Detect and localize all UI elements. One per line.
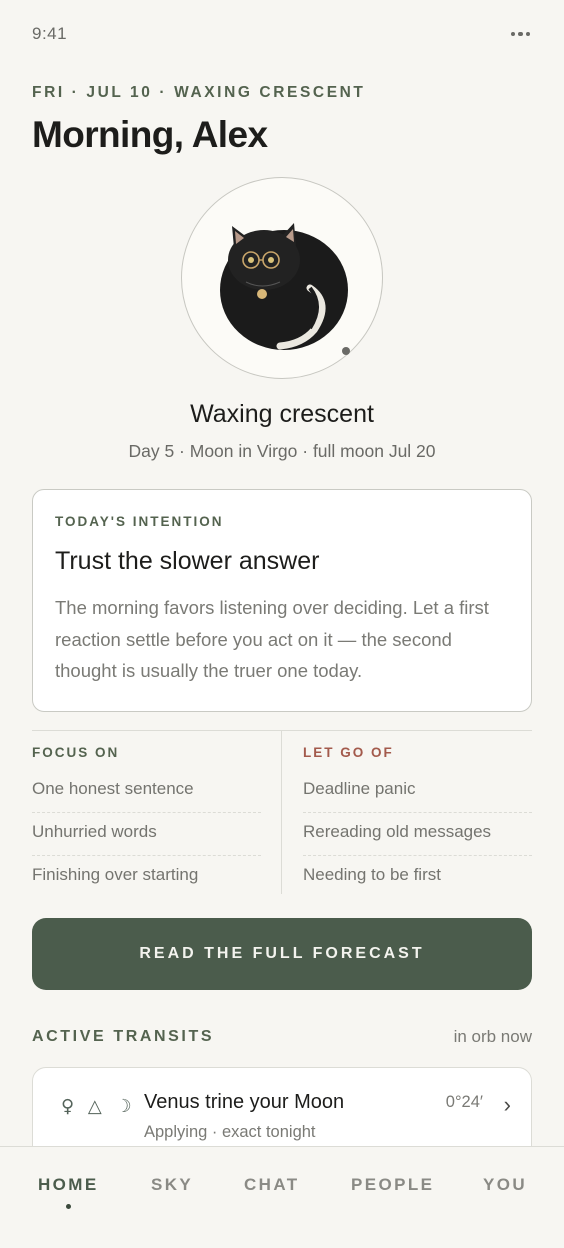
bottom-tab-bar: HOME SKY CHAT PEOPLE YOU (0, 1146, 564, 1248)
tab-you[interactable]: YOU (483, 1175, 527, 1195)
greeting-title: Morning, Alex (32, 114, 268, 155)
tab-chat[interactable]: CHAT (244, 1175, 300, 1195)
black-cat-image (220, 223, 348, 350)
intention-label: TODAY'S INTENTION (55, 514, 224, 529)
read-full-forecast-button[interactable]: READ THE FULL FORECAST (32, 918, 532, 990)
intention-body: The morning favors listening over decidi… (55, 597, 489, 681)
transit-title: Venus trine your Moon (144, 1091, 345, 1113)
tab-sky[interactable]: SKY (151, 1175, 193, 1195)
tab-people[interactable]: PEOPLE (351, 1175, 434, 1195)
active-tab-indicator (66, 1204, 71, 1209)
let-go-item: Needing to be first (303, 865, 441, 884)
moon-phase-subtitle: Day 5 · Moon in Virgo · full moon Jul 20 (128, 441, 436, 461)
date-line: FRI · JUL 10 · WAXING CRESCENT (32, 84, 366, 101)
intention-card: TODAY'S INTENTION Trust the slower answe… (32, 489, 532, 712)
moon-phase-title: Waxing crescent (190, 400, 374, 428)
focus-letgo-grid: FOCUS ON One honest sentence Unhurried w… (32, 730, 532, 894)
focus-on-column: FOCUS ON One honest sentence Unhurried w… (32, 731, 282, 894)
transits-orb-note: in orb now (453, 1027, 532, 1046)
venus-trine-moon-icon: ♀ △ ☽ (61, 1096, 136, 1117)
transit-degree: 0°24′ (445, 1093, 483, 1111)
let-go-of-column: LET GO OF Deadline panic Rereading old m… (282, 731, 532, 894)
transits-header: ACTIVE TRANSITS in orb now (32, 1027, 532, 1047)
focus-item: One honest sentence (32, 770, 261, 813)
intention-title: Trust the slower answer (55, 547, 320, 575)
transit-subtitle: Applying · exact tonight (144, 1123, 316, 1141)
tab-home[interactable]: HOME (38, 1175, 99, 1195)
let-go-item: Rereading old messages (303, 813, 532, 856)
status-bar: 9:41 (32, 22, 532, 46)
more-options-icon[interactable] (509, 28, 533, 41)
chevron-right-icon[interactable]: › (504, 1092, 511, 1118)
focus-item: Unhurried words (32, 813, 261, 856)
focus-item: Finishing over starting (32, 865, 199, 884)
let-go-of-label: LET GO OF (303, 745, 394, 760)
let-go-item: Deadline panic (303, 770, 532, 813)
moon-cat-illustration[interactable] (181, 177, 383, 379)
transits-label: ACTIVE TRANSITS (32, 1028, 215, 1045)
status-time: 9:41 (32, 24, 68, 43)
focus-on-label: FOCUS ON (32, 745, 120, 760)
moon-position-dot (342, 347, 350, 355)
